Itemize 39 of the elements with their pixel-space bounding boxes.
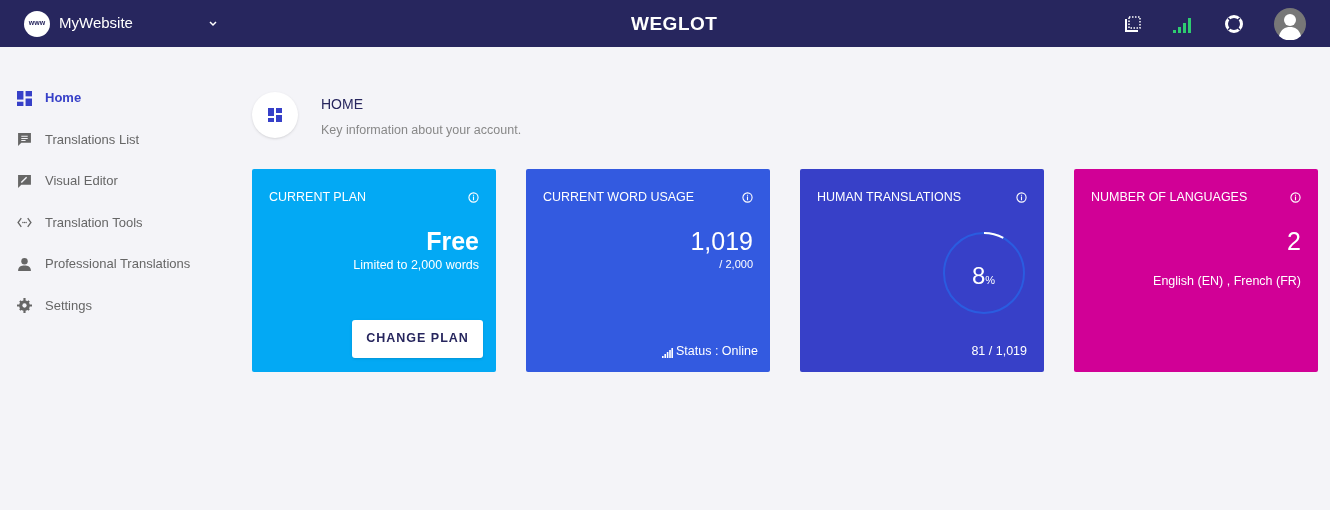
page-subtitle: Key information about your account. (321, 122, 522, 139)
sidebar-item[interactable]: Professional Translations (17, 253, 252, 275)
status-text: Status : Online (676, 343, 758, 358)
avatar-icon[interactable] (1274, 7, 1306, 40)
logo: WEGLOT (631, 12, 718, 36)
card-title: HUMAN TRANSLATIONS (817, 188, 961, 206)
dashboard-icon (17, 90, 32, 106)
sidebar-item[interactable]: Translation Tools (17, 211, 252, 234)
help-icon[interactable] (1224, 13, 1244, 34)
signal-icon (662, 347, 673, 358)
chevron-down-icon[interactable] (208, 19, 218, 28)
word-limit: / 2,000 (719, 256, 753, 272)
settings-icon (17, 298, 32, 313)
sidebar-item[interactable]: Translations List (17, 128, 252, 151)
crop-icon[interactable] (1124, 14, 1142, 33)
info-icon[interactable] (742, 191, 753, 203)
person-icon (17, 256, 32, 272)
chat-pen-icon (17, 173, 32, 189)
card-title: CURRENT WORD USAGE (543, 188, 695, 206)
word-count: 1,019 (690, 225, 753, 256)
translation-count: 81 / 1,019 (971, 343, 1027, 358)
card-title: NUMBER OF LANGUAGES (1091, 188, 1248, 206)
dashboard-icon (268, 108, 282, 122)
language-count: 2 (1287, 225, 1301, 256)
plan-name: Free (426, 225, 479, 256)
sidebar-item[interactable]: Home (17, 87, 252, 109)
percent-value: 8% (972, 260, 996, 291)
sidebar-item[interactable]: Visual Editor (17, 170, 252, 192)
site-name[interactable]: MyWebsite (59, 12, 133, 35)
language-list: English (EN) , French (FR) (1153, 271, 1301, 291)
info-icon[interactable] (1290, 191, 1301, 203)
sidebar-item[interactable]: Settings (17, 294, 252, 317)
card-title: CURRENT PLAN (269, 188, 366, 206)
change-plan-button[interactable]: CHANGE PLAN (352, 319, 483, 358)
chat-list-icon (17, 132, 32, 147)
page-title: HOME (321, 95, 364, 114)
plan-limit: Limited to 2,000 words (353, 256, 479, 274)
code-icon (17, 215, 32, 230)
info-icon[interactable] (1016, 191, 1027, 203)
